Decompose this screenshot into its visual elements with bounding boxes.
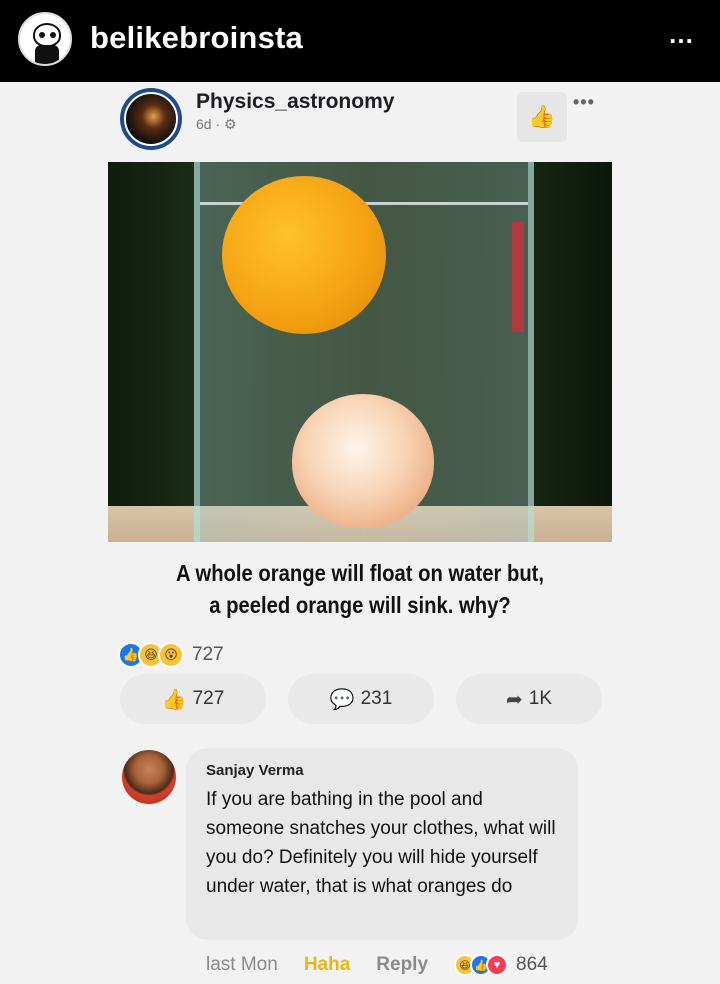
reaction-count: 727 (192, 644, 224, 665)
comment-reaction-count: 864 (516, 954, 548, 975)
commenter-avatar[interactable] (122, 750, 176, 804)
comment-reactions[interactable]: 😆 👍 ♥ (454, 954, 509, 976)
profile-avatar[interactable] (18, 12, 72, 66)
image-watermark (512, 222, 524, 332)
thumbs-up-icon: 👍 (528, 104, 556, 129)
comment-bubble-icon: 💬 (329, 688, 355, 711)
share-arrow-icon: ➦ (505, 688, 523, 711)
avatar-face-icon (33, 23, 61, 47)
comment-time[interactable]: last Mon (206, 954, 278, 976)
comment-footer: last Mon Haha Reply 😆 👍 ♥ 864 (206, 954, 548, 976)
comment-text: If you are bathing in the pool and someo… (206, 789, 556, 897)
commenter-name[interactable]: Sanjay Verma (206, 762, 304, 779)
peeled-orange (292, 394, 434, 528)
whole-orange (222, 176, 386, 334)
love-reaction-icon: ♥ (486, 954, 509, 976)
post-meta: 6d · ⚙ (196, 116, 237, 132)
thumbs-up-outline-icon: 👍 (161, 688, 187, 711)
comment-button[interactable]: 💬 231 (288, 674, 434, 724)
like-page-button[interactable]: 👍 (517, 92, 567, 142)
instagram-header: belikebroinsta … (0, 0, 720, 82)
post-reactions[interactable]: 👍 😆 😮 727 (118, 642, 224, 668)
instagram-username[interactable]: belikebroinsta (90, 20, 303, 56)
haha-button[interactable]: Haha (304, 954, 350, 976)
water-glass (194, 162, 534, 542)
page-avatar[interactable] (120, 88, 182, 150)
reply-button[interactable]: Reply (376, 954, 428, 976)
post-image (108, 162, 612, 542)
post-caption: A whole orange will float on water but, … (175, 560, 545, 618)
facebook-post-card: Physics_astronomy 6d · ⚙ 👍 ••• A whole o… (0, 82, 720, 984)
page-name[interactable]: Physics_astronomy (196, 90, 394, 114)
share-button[interactable]: ➦ 1K (456, 674, 602, 724)
like-button[interactable]: 👍 727 (120, 674, 266, 724)
more-options-icon[interactable]: … (668, 21, 696, 47)
wow-reaction-icon: 😮 (158, 642, 184, 668)
post-more-icon[interactable]: ••• (573, 92, 595, 113)
